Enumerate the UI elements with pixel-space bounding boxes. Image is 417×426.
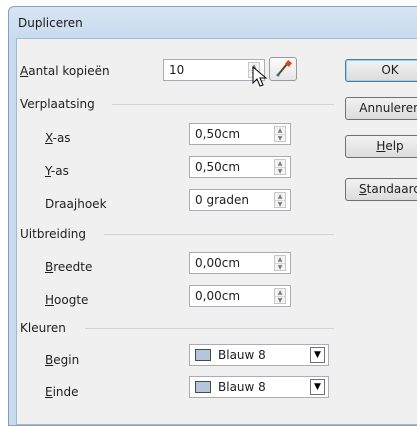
spin-down-icon[interactable]: ▼: [275, 167, 285, 175]
end-color-value: Blauw 8: [218, 380, 266, 394]
cancel-button[interactable]: Annuleren: [345, 97, 417, 120]
end-color-dropdown[interactable]: Blauw 8 ▼: [189, 376, 329, 398]
y-spin-buttons[interactable]: ▲ ▼: [274, 159, 286, 175]
mouse-cursor-icon: [252, 66, 268, 87]
defaults-button[interactable]: Standaard: [345, 178, 417, 201]
copies-value[interactable]: 10: [169, 63, 184, 77]
placement-divider: [112, 104, 334, 105]
enlargement-section-title: Uitbreiding: [20, 227, 86, 241]
x-spin-buttons[interactable]: ▲ ▼: [274, 126, 286, 142]
begin-label: Begin: [45, 353, 80, 367]
window-title: Dupliceren: [18, 16, 83, 30]
spin-up-icon[interactable]: ▲: [275, 193, 285, 200]
height-label: Hoogte: [45, 293, 89, 307]
spin-down-icon[interactable]: ▼: [275, 296, 285, 304]
begin-color-dropdown[interactable]: Blauw 8 ▼: [189, 344, 329, 366]
width-spin-buttons[interactable]: ▲ ▼: [274, 255, 286, 271]
spin-down-icon[interactable]: ▼: [275, 134, 285, 142]
begin-color-value: Blauw 8: [218, 348, 266, 362]
begin-color-swatch: [195, 349, 211, 361]
chevron-down-icon[interactable]: ▼: [310, 347, 325, 363]
help-button[interactable]: Help: [345, 135, 417, 158]
x-axis-value[interactable]: 0,50cm: [195, 127, 240, 141]
height-spinbox[interactable]: 0,00cm ▲ ▼: [189, 285, 291, 307]
spin-up-icon[interactable]: ▲: [275, 127, 285, 134]
colors-section-title: Kleuren: [20, 321, 66, 335]
angle-value[interactable]: 0 graden: [195, 193, 249, 207]
width-value[interactable]: 0,00cm: [195, 256, 240, 270]
spin-down-icon[interactable]: ▼: [275, 263, 285, 271]
colors-divider: [85, 328, 334, 329]
y-axis-spinbox[interactable]: 0,50cm ▲ ▼: [189, 156, 291, 178]
placement-section-title: Verplaatsing: [20, 97, 95, 111]
height-value[interactable]: 0,00cm: [195, 289, 240, 303]
end-color-swatch: [195, 381, 211, 393]
copies-spinbox[interactable]: 10 ▲▼: [163, 59, 265, 81]
spin-up-icon[interactable]: ▲: [275, 160, 285, 167]
spin-up-icon[interactable]: ▲: [275, 256, 285, 263]
x-axis-label: X-as: [45, 131, 71, 145]
enlargement-divider: [104, 234, 334, 235]
y-axis-value[interactable]: 0,50cm: [195, 160, 240, 174]
x-axis-spinbox[interactable]: 0,50cm ▲ ▼: [189, 123, 291, 145]
height-spin-buttons[interactable]: ▲ ▼: [274, 288, 286, 304]
angle-spinbox[interactable]: 0 graden ▲ ▼: [189, 189, 291, 211]
y-axis-label: Y-as: [45, 164, 69, 178]
angle-label: Draajhoek: [45, 197, 107, 211]
end-label: Einde: [45, 385, 79, 399]
title-bar[interactable]: Dupliceren: [9, 7, 417, 37]
width-label: Breedte: [45, 260, 93, 274]
angle-spin-buttons[interactable]: ▲ ▼: [274, 192, 286, 208]
copies-label: Aantal kopieën: [20, 64, 110, 78]
width-spinbox[interactable]: 0,00cm ▲ ▼: [189, 252, 291, 274]
spin-up-icon[interactable]: ▲: [275, 289, 285, 296]
chevron-down-icon[interactable]: ▼: [310, 379, 325, 395]
ok-button[interactable]: OK: [345, 59, 417, 82]
spin-down-icon[interactable]: ▼: [275, 200, 285, 208]
